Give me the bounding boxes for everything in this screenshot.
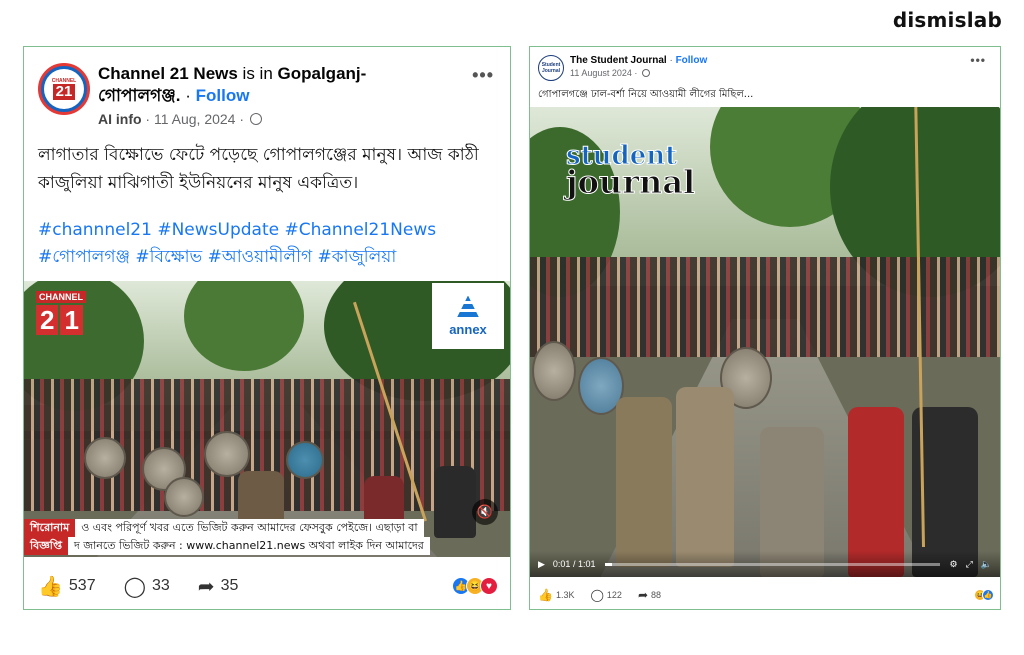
- post-date[interactable]: · 11 Aug, 2024 ·: [142, 111, 248, 127]
- love-reaction-icon: ♥: [480, 577, 498, 595]
- more-options-button[interactable]: •••: [970, 53, 986, 67]
- comment-button[interactable]: ◯ 33: [124, 574, 170, 599]
- like-button[interactable]: 👍 1.3K: [538, 588, 574, 602]
- thumbs-up-icon: 👍: [38, 575, 63, 598]
- student-journal-logo: student journal: [565, 142, 696, 202]
- news-ticker: শিরোনাম ও এবং পরিপূর্ণ খবর এতে ভিজিট করু…: [24, 519, 510, 537]
- share-button[interactable]: ➦ 35: [198, 574, 239, 599]
- video-player[interactable]: student journal ▶ 0:01 / 1:01 ⚙ ⤢ 🔈: [530, 107, 1000, 577]
- comparison-figure: dismislab CHANNEL 21 Channel 21 News is …: [0, 0, 1024, 655]
- channel-logo: CHANNEL 2 1: [36, 291, 86, 335]
- speaker-icon[interactable]: 🔇: [472, 499, 498, 525]
- avatar-number: 21: [52, 84, 76, 100]
- reaction-count: 537: [68, 577, 96, 594]
- reaction-summary[interactable]: 👍 😆 ♥: [452, 577, 498, 595]
- like-reaction-icon: 👍: [982, 589, 994, 601]
- shield-prop: [204, 431, 250, 477]
- shield-prop: [532, 341, 576, 401]
- speaker-icon[interactable]: 🔈: [981, 559, 992, 570]
- fullscreen-icon[interactable]: ⤢: [966, 559, 973, 570]
- channel-logo-digit: 2: [36, 305, 59, 335]
- post-header: The Student Journal · Follow: [570, 55, 707, 66]
- globe-icon: [249, 113, 262, 125]
- hashtags[interactable]: #channnel21 #NewsUpdate #Channel21News #…: [38, 217, 498, 271]
- play-icon[interactable]: ▶: [538, 559, 545, 570]
- reaction-summary[interactable]: 😆 👍: [974, 589, 994, 601]
- ticker-message: দ জানতে ভিজিট করুন : www.channel21.news …: [68, 537, 430, 555]
- post-body: গোপালগঞ্জে ঢাল-বর্শা নিয়ে আওয়ামী লীগের…: [538, 89, 754, 100]
- settings-icon[interactable]: ⚙: [950, 559, 958, 570]
- thumbs-up-icon: 👍: [538, 588, 553, 602]
- ticker-tag: শিরোনাম: [24, 519, 76, 537]
- separator: ·: [666, 55, 676, 66]
- engagement-bar: 👍 1.3K ◯ 122 ➦ 88 😆 👍: [538, 585, 994, 605]
- more-options-button[interactable]: •••: [472, 65, 494, 86]
- post-meta: 11 August 2024 ·: [570, 68, 650, 78]
- ticker-tag: বিজ্ঞপ্তি: [24, 537, 68, 555]
- like-button[interactable]: 👍 537: [38, 574, 96, 599]
- shield-prop: [164, 477, 204, 517]
- ai-info-link[interactable]: AI info: [98, 111, 142, 127]
- avatar[interactable]: CHANNEL 21: [38, 63, 90, 115]
- avatar-label: Student Journal: [541, 62, 561, 74]
- comment-count: 122: [606, 590, 622, 600]
- sponsor-logo: annex: [432, 283, 504, 349]
- video-progress-bar[interactable]: [605, 562, 940, 566]
- post-card-student-journal: Student Journal The Student Journal · Fo…: [529, 46, 1001, 610]
- annex-logo-icon: [456, 295, 480, 320]
- brand-logo: dismislab: [892, 8, 1002, 32]
- avatar[interactable]: Student Journal: [538, 55, 564, 81]
- post-date[interactable]: 11 August 2024 ·: [570, 68, 640, 78]
- engagement-bar: 👍 537 ◯ 33 ➦ 35 👍 😆 ♥: [38, 571, 498, 601]
- follow-button[interactable]: Follow: [196, 86, 250, 105]
- video-frame-crowd: [24, 379, 510, 439]
- comment-button[interactable]: ◯ 122: [590, 588, 621, 602]
- video-time: 0:01 / 1:01: [552, 559, 596, 569]
- share-button[interactable]: ➦ 88: [638, 588, 661, 602]
- post-card-channel21: CHANNEL 21 Channel 21 News is in Gopalga…: [23, 46, 511, 610]
- comment-icon: ◯: [590, 588, 604, 602]
- globe-icon: [641, 69, 650, 77]
- share-icon: ➦: [197, 575, 215, 598]
- separator: ·: [180, 86, 196, 105]
- post-meta: AI info · 11 Aug, 2024 ·: [98, 111, 262, 127]
- video-frame-crowd: [530, 257, 1000, 357]
- comment-icon: ◯: [123, 575, 146, 598]
- is-in-text: is in: [237, 64, 278, 83]
- logo-line: journal: [565, 163, 696, 202]
- video-player[interactable]: CHANNEL 2 1 annex শিরোনাম ও এবং পরিপূর্ণ…: [24, 281, 510, 557]
- post-header: Channel 21 News is in Gopalganj-গোপালগঞ্…: [98, 63, 428, 107]
- post-body: লাগাতার বিক্ষোভে ফেটে পড়েছে গোপালগঞ্জের…: [38, 145, 479, 193]
- page-name-link[interactable]: The Student Journal: [570, 55, 667, 66]
- comment-count: 33: [152, 577, 170, 594]
- share-count: 35: [220, 577, 239, 594]
- channel-logo-text: CHANNEL: [36, 291, 86, 303]
- channel-logo-digit: 1: [60, 305, 83, 335]
- page-name-link[interactable]: Channel 21 News: [98, 64, 238, 83]
- shield-prop: [286, 441, 324, 479]
- video-progress-fill: [605, 562, 613, 566]
- reaction-count: 1.3K: [555, 590, 575, 600]
- ticker-message: ও এবং পরিপূর্ণ খবর এতে ভিজিট করুন আমাদের…: [75, 519, 424, 537]
- shield-prop: [84, 437, 126, 479]
- share-icon: ➦: [637, 588, 648, 602]
- video-controls: ▶ 0:01 / 1:01 ⚙ ⤢ 🔈: [530, 551, 1000, 577]
- news-ticker: বিজ্ঞপ্তি দ জানতে ভিজিট করুন : www.chann…: [24, 537, 510, 555]
- follow-button[interactable]: Follow: [676, 55, 708, 66]
- person-figure: [616, 397, 672, 567]
- person-figure: [676, 387, 734, 567]
- share-count: 88: [651, 590, 662, 600]
- sponsor-name: annex: [449, 321, 487, 337]
